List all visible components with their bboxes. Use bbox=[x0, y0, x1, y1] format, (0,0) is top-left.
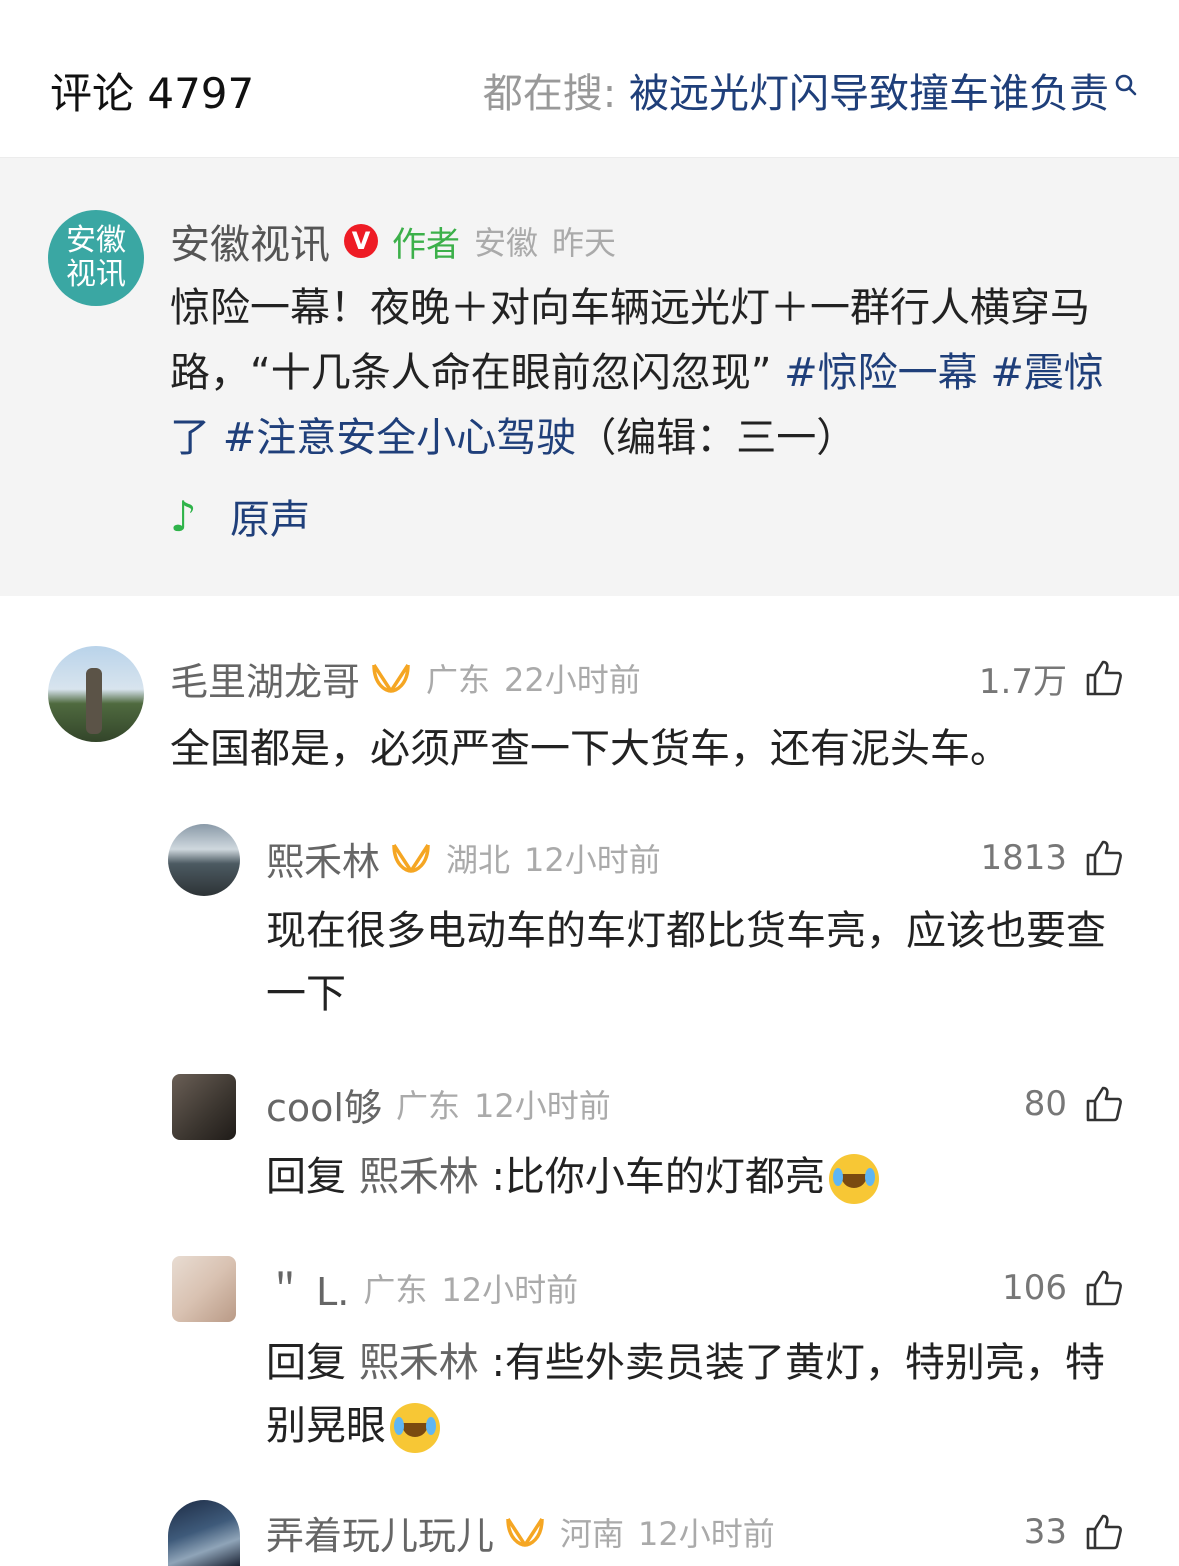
like-count: 33 bbox=[1023, 1512, 1067, 1552]
author-location: 安徽 bbox=[474, 224, 539, 262]
thumbs-up-icon bbox=[1086, 1514, 1122, 1550]
hot-search-link[interactable]: 都在搜: 被远光灯闪导致撞车谁负责 bbox=[483, 66, 1139, 122]
laughing-crying-emoji-icon bbox=[390, 1403, 440, 1453]
comment-time: 12小时前 bbox=[473, 1087, 611, 1125]
author-name[interactable]: 安徽视讯 bbox=[170, 212, 330, 270]
comment-location: 广东 bbox=[395, 1087, 460, 1125]
fan-badge-icon bbox=[506, 1518, 544, 1547]
author-post-text: 惊险一幕！夜晚＋对向车辆远光灯＋一群行人横穿马路，“十几条人命在眼前忽闪忽现” … bbox=[170, 276, 1130, 471]
reply-body: :比你小车的灯都亮 bbox=[491, 1154, 825, 1200]
username[interactable]: 毛里湖龙哥 bbox=[170, 651, 360, 706]
like-count: 1.7万 bbox=[978, 661, 1067, 702]
username[interactable]: 熙禾林 bbox=[266, 831, 380, 886]
author-avatar[interactable]: 安徽 视讯 bbox=[48, 210, 144, 306]
avatar-text: 视讯 bbox=[66, 257, 126, 292]
like-count: 80 bbox=[1023, 1084, 1067, 1124]
reply-to-user[interactable]: 熙禾林 bbox=[359, 1154, 479, 1200]
author-meta-line: 安徽视讯 V 作者 安徽 昨天 bbox=[170, 216, 617, 268]
author-time: 昨天 bbox=[552, 224, 617, 262]
reply-prefix: 回复 bbox=[266, 1154, 346, 1200]
comments-header: 评论 4797 都在搜: 被远光灯闪导致撞车谁负责 bbox=[0, 0, 1179, 158]
comment-text: 回复 熙禾林 :有些外卖员装了黄灯，特别亮，特别晃眼 bbox=[266, 1332, 1136, 1458]
hot-search-prefix: 都在搜: bbox=[482, 71, 629, 117]
thumbs-up-icon bbox=[1086, 1270, 1122, 1306]
like-button[interactable]: 106 bbox=[1002, 1262, 1123, 1314]
comment-meta: ＂ L. 广东 12小时前 bbox=[266, 1262, 578, 1314]
comment-location: 河南 bbox=[560, 1515, 625, 1553]
comment-meta: cool够 广东 12小时前 bbox=[266, 1078, 611, 1130]
fan-badge-icon bbox=[392, 844, 430, 873]
thumbs-up-icon bbox=[1086, 840, 1122, 876]
comment-text: 现在很多电动车的车灯都比货车亮，应该也要查一下 bbox=[266, 908, 1106, 1017]
comment-meta: 弄着玩儿玩儿 河南 12小时前 bbox=[266, 1506, 775, 1558]
user-avatar[interactable] bbox=[172, 1074, 236, 1140]
comment-meta: 毛里湖龙哥 广东 22小时前 bbox=[170, 652, 641, 704]
editor-note: （编辑：三一） bbox=[576, 415, 857, 461]
author-tag: 作者 bbox=[392, 224, 460, 265]
comment-meta: 熙禾林 湖北 12小时前 bbox=[266, 832, 661, 884]
comment-location: 广东 bbox=[426, 661, 491, 699]
like-button[interactable]: 80 bbox=[1024, 1078, 1123, 1130]
comment-text: 全国都是，必须严查一下大货车，还有泥头车。 bbox=[170, 726, 1010, 772]
user-avatar[interactable] bbox=[168, 1500, 240, 1566]
reply-to-user[interactable]: 熙禾林 bbox=[359, 1340, 479, 1386]
original-sound-link[interactable]: ♪ 原声 bbox=[170, 486, 310, 546]
avatar-figure bbox=[86, 668, 102, 734]
verified-icon: V bbox=[344, 224, 378, 258]
laughing-crying-emoji-icon bbox=[828, 1154, 879, 1204]
username[interactable]: ＂ L. bbox=[266, 1261, 349, 1316]
music-note-icon: ♪ bbox=[170, 491, 197, 541]
username[interactable]: cool够 bbox=[266, 1077, 382, 1132]
user-avatar[interactable] bbox=[48, 646, 144, 742]
comment-location: 广东 bbox=[363, 1271, 428, 1309]
avatar-text: 安徽 bbox=[66, 223, 126, 258]
comment-time: 12小时前 bbox=[524, 841, 661, 879]
fan-badge-icon bbox=[372, 664, 410, 693]
comment-location: 湖北 bbox=[446, 841, 511, 879]
comment-time: 22小时前 bbox=[504, 661, 641, 699]
user-avatar[interactable] bbox=[168, 824, 240, 896]
comment-time: 12小时前 bbox=[441, 1271, 579, 1309]
like-button[interactable]: 1813 bbox=[980, 832, 1123, 884]
reply-prefix: 回复 bbox=[266, 1340, 346, 1386]
thumbs-up-icon bbox=[1086, 1086, 1122, 1122]
author-post: 安徽 视讯 安徽视讯 V 作者 安徽 昨天 惊险一幕！夜晚＋对向车辆远光灯＋一群… bbox=[0, 158, 1179, 596]
username[interactable]: 弄着玩儿玩儿 bbox=[266, 1505, 494, 1560]
hashtag-link[interactable]: #惊险一幕 bbox=[784, 350, 978, 396]
like-count: 1813 bbox=[980, 838, 1067, 878]
hot-search-query: 被远光灯闪导致撞车谁负责 bbox=[629, 71, 1109, 117]
user-avatar[interactable] bbox=[172, 1256, 236, 1322]
like-button[interactable]: 1.7万 bbox=[979, 652, 1123, 704]
comment-time: 12小时前 bbox=[638, 1515, 775, 1553]
music-label: 原声 bbox=[230, 497, 310, 543]
comment-count-title: 评论 4797 bbox=[50, 69, 255, 118]
thumbs-up-icon bbox=[1086, 660, 1122, 696]
hashtag-link[interactable]: #注意安全小心驾驶 bbox=[223, 415, 577, 461]
like-count: 106 bbox=[1002, 1268, 1067, 1308]
comment-text: 回复 熙禾林 :比你小车的灯都亮 bbox=[266, 1146, 1126, 1209]
like-button[interactable]: 33 bbox=[1024, 1506, 1123, 1558]
search-icon bbox=[1115, 74, 1137, 96]
